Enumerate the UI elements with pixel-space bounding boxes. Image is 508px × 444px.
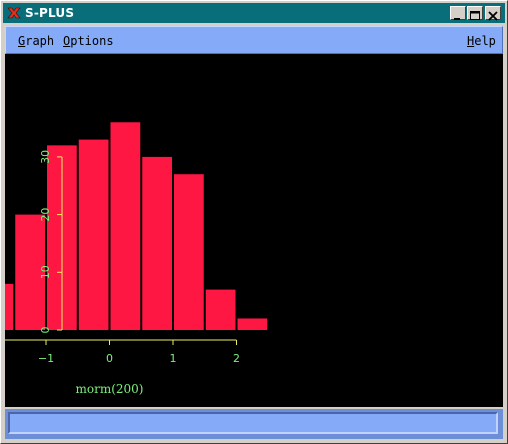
y-tick-label: 0 (39, 327, 52, 334)
x-tick-label: −1 (38, 352, 54, 365)
menu-options-label: ptions (70, 34, 114, 48)
x-tick-label: 0 (106, 352, 113, 365)
status-field (8, 412, 498, 434)
title-bar[interactable]: S-PLUS (3, 3, 505, 23)
histogram-bar (110, 122, 141, 330)
graph-area: 0102030−3−2−1012morm(200) (0, 54, 503, 407)
x-tick-label: 1 (170, 352, 177, 365)
menu-graph-label: raph (25, 34, 55, 48)
status-bar (5, 409, 503, 439)
window-title: S-PLUS (25, 6, 75, 20)
menu-graph[interactable]: Graph (18, 34, 54, 48)
maximize-button[interactable] (467, 6, 483, 20)
y-tick-label: 10 (39, 265, 52, 279)
menu-options[interactable]: Options (63, 34, 114, 48)
histogram-bar (78, 139, 109, 330)
minimize-icon (454, 18, 460, 20)
y-tick-label: 30 (39, 150, 52, 164)
histogram-bar (142, 156, 172, 330)
close-button[interactable] (485, 6, 501, 21)
close-icon (488, 11, 498, 21)
app-window: S-PLUS Graph Options Help 0102030−3−2−10… (0, 0, 508, 444)
histogram-bar (174, 174, 204, 330)
y-tick-label: 20 (39, 208, 52, 222)
histogram-bar (237, 318, 268, 330)
x-tick-label: 2 (233, 352, 240, 365)
menu-bar: Graph Options Help (5, 26, 503, 54)
menu-help-label: elp (474, 34, 496, 48)
menu-help[interactable]: Help (467, 34, 496, 48)
app-icon (7, 7, 21, 19)
histogram-chart: 0102030−3−2−1012morm(200) (0, 122, 268, 396)
maximize-icon (470, 11, 480, 20)
histogram-bar (0, 283, 14, 330)
histogram-bar (205, 289, 236, 330)
x-axis-title: morm(200) (76, 382, 144, 396)
minimize-button[interactable] (450, 6, 466, 20)
